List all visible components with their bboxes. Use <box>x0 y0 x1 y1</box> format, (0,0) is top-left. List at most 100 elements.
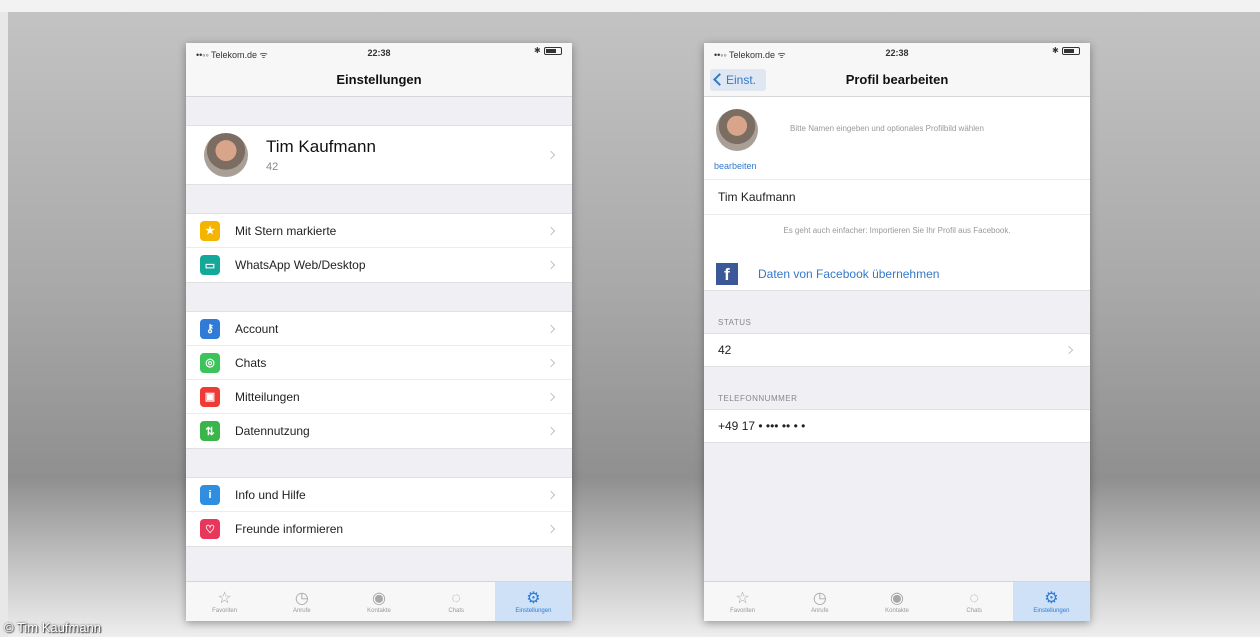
phone-number-row: +49 17 • ••• •• • • <box>704 409 1090 443</box>
tab-label: Anrufe <box>292 607 311 614</box>
tab-label: Anrufe <box>810 607 829 614</box>
clock-icon: ◷ <box>294 589 309 607</box>
settings-group-2: ⚷ Account ◎ Chats ▣ Mitteilungen ⇅ Daten… <box>186 311 572 449</box>
tab-bar: ☆ Favoriten ◷ Anrufe ◉ Kontakte ◌ Chats ⚙ Ein… <box>186 581 572 621</box>
facebook-import-note: Es geht auch einfacher: Importieren Sie … <box>704 215 1090 257</box>
chevron-right-icon <box>546 150 556 160</box>
profile-status: 42 <box>266 161 279 173</box>
bluetooth-icon: ✱ <box>1052 46 1059 55</box>
tab-label: Einstellungen <box>1033 607 1070 614</box>
navigation-bar: Einstellungen <box>186 63 572 97</box>
info-icon: i <box>200 484 220 505</box>
tab-contacts[interactable]: ◉ Kontakte <box>858 582 935 621</box>
page-title: Einstellungen <box>336 72 422 87</box>
tab-label: Favoriten <box>212 607 238 614</box>
tab-label: Chats <box>966 607 983 614</box>
battery-icon <box>544 47 562 55</box>
chevron-right-icon <box>546 524 556 534</box>
settings-item-web-desktop[interactable]: ▭ WhatsApp Web/Desktop <box>186 248 572 282</box>
contacts-icon: ◉ <box>890 589 904 607</box>
tab-calls[interactable]: ◷ Anrufe <box>263 582 340 621</box>
settings-item-label: Info und Hilfe <box>235 487 306 502</box>
status-section-header: STATUS <box>718 318 752 327</box>
status-bar: ••◦◦ Telekom.de ᯤ 22:38 ✱ <box>186 43 572 63</box>
tab-label: Favoriten <box>730 607 756 614</box>
star-outline-icon: ☆ <box>217 589 232 607</box>
settings-item-data-usage[interactable]: ⇅ Datennutzung <box>186 414 572 448</box>
settings-gear-icon: ⚙ <box>526 589 541 607</box>
bluetooth-icon: ✱ <box>534 46 541 55</box>
settings-item-label: WhatsApp Web/Desktop <box>235 258 366 272</box>
status-value: 42 <box>718 343 732 357</box>
key-icon: ⚷ <box>200 318 220 339</box>
settings-item-label: Freunde informieren <box>235 522 344 536</box>
clock: 22:38 <box>885 48 909 58</box>
settings-phone-screen: ••◦◦ Telekom.de ᯤ 22:38 ✱ Einstellungen … <box>186 43 572 621</box>
chevron-right-icon <box>546 490 556 499</box>
settings-item-info-help[interactable]: i Info und Hilfe <box>186 478 572 512</box>
whatsapp-icon: ◎ <box>200 352 220 373</box>
navigation-bar: Einst. Profil bearbeiten <box>704 63 1090 97</box>
profile-row[interactable]: Tim Kaufmann 42 <box>186 125 572 185</box>
left-band <box>0 12 8 637</box>
settings-item-starred[interactable]: ★ Mit Stern markierte <box>186 214 572 248</box>
star-outline-icon: ☆ <box>735 589 750 607</box>
tab-favorites[interactable]: ☆ Favoriten <box>186 582 263 621</box>
settings-item-label: Chats <box>235 355 267 370</box>
settings-item-account[interactable]: ⚷ Account <box>186 312 572 346</box>
page-title: Profil bearbeiten <box>845 72 949 87</box>
settings-item-label: Mitteilungen <box>235 389 300 404</box>
tab-chats[interactable]: ◌ Chats <box>418 582 495 621</box>
settings-item-chats[interactable]: ◎ Chats <box>186 346 572 380</box>
photo-credit: © Tim Kaufmann <box>4 620 102 635</box>
phone-number-value: +49 17 • ••• •• • • <box>718 419 806 433</box>
facebook-icon: f <box>716 262 738 285</box>
settings-group-1: ★ Mit Stern markierte ▭ WhatsApp Web/Des… <box>186 213 572 283</box>
tab-label: Kontakte <box>885 607 909 614</box>
settings-group-3: i Info und Hilfe ♡ Freunde informieren <box>186 477 572 547</box>
profile-photo-section: bearbeiten Bitte Namen eingeben und opti… <box>704 97 1090 179</box>
settings-item-tell-friends[interactable]: ♡ Freunde informieren <box>186 512 572 546</box>
avatar <box>204 133 248 177</box>
status-row[interactable]: 42 <box>704 333 1090 367</box>
notification-icon: ▣ <box>200 386 220 407</box>
chat-bubbles-icon: ◌ <box>969 589 979 607</box>
chevron-right-icon <box>546 358 556 367</box>
star-icon: ★ <box>200 220 220 241</box>
phone-section-header: TELEFONNUMMER <box>718 394 798 403</box>
chat-bubbles-icon: ◌ <box>451 589 461 607</box>
clock-icon: ◷ <box>812 589 827 607</box>
tab-chats[interactable]: ◌ Chats <box>936 582 1013 621</box>
tab-favorites[interactable]: ☆ Favoriten <box>704 582 781 621</box>
avatar[interactable] <box>716 109 758 151</box>
top-band <box>0 0 1260 12</box>
facebook-import-label: Daten von Facebook übernehmen <box>758 266 940 281</box>
battery-icon <box>1062 47 1080 55</box>
tab-calls[interactable]: ◷ Anrufe <box>781 582 858 621</box>
tab-bar: ☆ Favoriten ◷ Anrufe ◉ Kontakte ◌ Chats ⚙ Ein… <box>704 581 1090 621</box>
chevron-right-icon <box>546 260 556 270</box>
tab-settings[interactable]: ⚙ Einstellungen <box>494 582 572 621</box>
data-arrows-icon: ⇅ <box>200 421 220 441</box>
clock: 22:38 <box>367 48 391 58</box>
facebook-import-button[interactable]: f Daten von Facebook übernehmen <box>704 257 1090 291</box>
profile-name: Tim Kaufmann <box>266 137 376 156</box>
tab-label: Einstellungen <box>515 607 552 614</box>
tab-contacts[interactable]: ◉ Kontakte <box>340 582 417 621</box>
contacts-icon: ◉ <box>372 589 386 607</box>
settings-item-notifications[interactable]: ▣ Mitteilungen <box>186 380 572 414</box>
edit-photo-link[interactable]: bearbeiten <box>714 161 757 171</box>
settings-item-label: Datennutzung <box>235 424 310 438</box>
chevron-right-icon <box>546 392 556 401</box>
heart-icon: ♡ <box>200 519 220 539</box>
settings-item-label: Mit Stern markierte <box>235 223 337 238</box>
profile-hint-text: Bitte Namen eingeben und optionales Prof… <box>790 124 984 133</box>
chevron-right-icon <box>546 226 556 235</box>
tab-label: Chats <box>448 607 465 614</box>
name-field[interactable]: Tim Kaufmann <box>704 179 1090 215</box>
edit-profile-phone-screen: ••◦◦ Telekom.de ᯤ 22:38 ✱ Einst. Profil … <box>704 43 1090 621</box>
tab-settings[interactable]: ⚙ Einstellungen <box>1012 582 1090 621</box>
chevron-right-icon <box>1064 345 1074 355</box>
tab-label: Kontakte <box>367 607 391 614</box>
settings-item-label: Account <box>235 321 279 336</box>
